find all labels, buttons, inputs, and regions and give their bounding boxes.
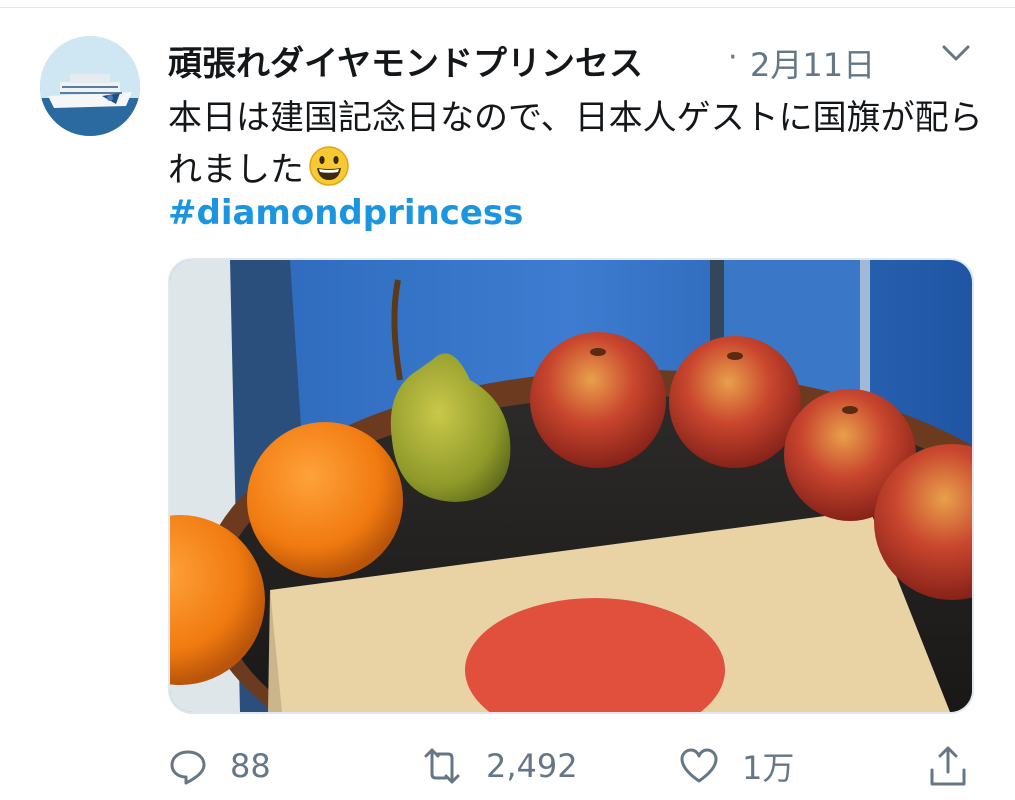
tweet-header: 頑張れダイヤモンドプリンセス · 2月11日 bbox=[168, 32, 988, 88]
heart-icon[interactable] bbox=[678, 746, 720, 786]
tweet-actions: 88 2,492 1万 bbox=[168, 740, 988, 792]
reply-icon[interactable] bbox=[168, 746, 208, 786]
hashtag-link[interactable]: #diamondprincess bbox=[168, 190, 523, 236]
separator-dot: · bbox=[728, 40, 738, 75]
tweet-date[interactable]: 2月11日 bbox=[750, 40, 875, 86]
reply-action[interactable]: 88 bbox=[168, 740, 271, 792]
share-icon[interactable] bbox=[928, 744, 968, 788]
retweet-count: 2,492 bbox=[486, 747, 578, 785]
share-action[interactable] bbox=[928, 740, 968, 792]
tweet-text: 本日は建国記念日なので、日本人ゲストに国旗が配られました bbox=[168, 92, 988, 196]
top-divider bbox=[0, 7, 1015, 8]
tweet-photo[interactable] bbox=[168, 258, 974, 714]
like-action[interactable]: 1万 bbox=[678, 740, 794, 792]
retweet-action[interactable]: 2,492 bbox=[420, 740, 578, 792]
tweet-body: 本日は建国記念日なので、日本人ゲストに国旗が配られました bbox=[168, 98, 983, 190]
reply-count: 88 bbox=[230, 747, 271, 785]
cruise-ship-icon bbox=[40, 36, 140, 136]
retweet-icon[interactable] bbox=[420, 746, 464, 786]
author-name[interactable]: 頑張れダイヤモンドプリンセス bbox=[168, 36, 643, 85]
avatar[interactable] bbox=[40, 36, 140, 136]
like-count: 1万 bbox=[742, 749, 795, 787]
chevron-down-icon[interactable] bbox=[938, 38, 974, 68]
fruit-flag-photo bbox=[170, 260, 972, 712]
grinning-face-emoji bbox=[309, 146, 349, 186]
